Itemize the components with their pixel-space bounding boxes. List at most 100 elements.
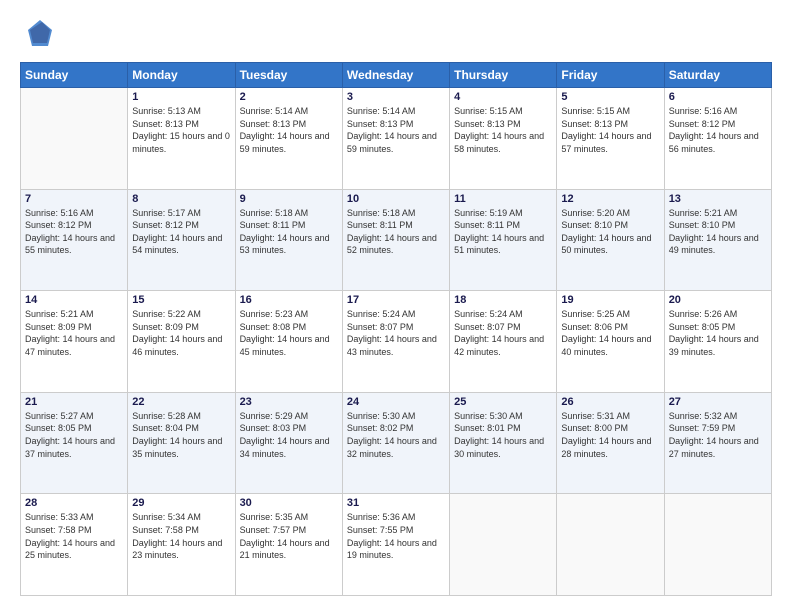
- day-info: Sunrise: 5:21 AM Sunset: 8:10 PM Dayligh…: [669, 207, 767, 257]
- day-info: Sunrise: 5:34 AM Sunset: 7:58 PM Dayligh…: [132, 511, 230, 561]
- calendar-cell: 13 Sunrise: 5:21 AM Sunset: 8:10 PM Dayli…: [664, 189, 771, 291]
- day-info: Sunrise: 5:14 AM Sunset: 8:13 PM Dayligh…: [347, 105, 445, 155]
- calendar-cell: 24Sunrise: 5:30 AM Sunset: 8:02 PM Dayli…: [342, 392, 449, 494]
- day-info: Sunrise: 5:16 AM Sunset: 8:12 PM Dayligh…: [669, 105, 767, 155]
- calendar-cell: 18Sunrise: 5:24 AM Sunset: 8:07 PM Dayli…: [450, 291, 557, 393]
- calendar-cell: 1 Sunrise: 5:13 AM Sunset: 8:13 PM Daylig…: [128, 88, 235, 190]
- calendar-cell: 10 Sunrise: 5:18 AM Sunset: 8:11 PM Dayli…: [342, 189, 449, 291]
- day-number: 10: [347, 193, 445, 205]
- day-number: 1: [132, 91, 230, 103]
- day-number: 9: [240, 193, 338, 205]
- day-info: Sunrise: 5:23 AM Sunset: 8:08 PM Dayligh…: [240, 308, 338, 358]
- day-info: Sunrise: 5:22 AM Sunset: 8:09 PM Dayligh…: [132, 308, 230, 358]
- day-number: 29: [132, 497, 230, 509]
- weekday-sunday: Sunday: [21, 63, 128, 88]
- day-info: Sunrise: 5:27 AM Sunset: 8:05 PM Dayligh…: [25, 410, 123, 460]
- day-number: 16: [240, 294, 338, 306]
- day-info: Sunrise: 5:16 AM Sunset: 8:12 PM Dayligh…: [25, 207, 123, 257]
- calendar-cell: 20Sunrise: 5:26 AM Sunset: 8:05 PM Dayli…: [664, 291, 771, 393]
- calendar-cell: 4 Sunrise: 5:15 AM Sunset: 8:13 PM Daylig…: [450, 88, 557, 190]
- calendar-cell: 5 Sunrise: 5:15 AM Sunset: 8:13 PM Daylig…: [557, 88, 664, 190]
- day-number: 20: [669, 294, 767, 306]
- day-info: Sunrise: 5:32 AM Sunset: 7:59 PM Dayligh…: [669, 410, 767, 460]
- day-number: 23: [240, 396, 338, 408]
- calendar-cell: 23 Sunrise: 5:29 AM Sunset: 8:03 PM Dayli…: [235, 392, 342, 494]
- day-number: 4: [454, 91, 552, 103]
- day-number: 15: [132, 294, 230, 306]
- calendar-cell: 15 Sunrise: 5:22 AM Sunset: 8:09 PM Dayli…: [128, 291, 235, 393]
- day-number: 26: [561, 396, 659, 408]
- calendar-cell: 7 Sunrise: 5:16 AM Sunset: 8:12 PM Daylig…: [21, 189, 128, 291]
- day-info: Sunrise: 5:15 AM Sunset: 8:13 PM Dayligh…: [561, 105, 659, 155]
- calendar-cell: [450, 494, 557, 596]
- calendar-cell: 27 Sunrise: 5:32 AM Sunset: 7:59 PM Dayli…: [664, 392, 771, 494]
- day-info: Sunrise: 5:15 AM Sunset: 8:13 PM Dayligh…: [454, 105, 552, 155]
- day-number: 6: [669, 91, 767, 103]
- day-info: Sunrise: 5:24 AM Sunset: 8:07 PM Dayligh…: [454, 308, 552, 358]
- weekday-wednesday: Wednesday: [342, 63, 449, 88]
- calendar-cell: 17 Sunrise: 5:24 AM Sunset: 8:07 PM Dayli…: [342, 291, 449, 393]
- calendar-cell: 6 Sunrise: 5:16 AM Sunset: 8:12 PM Daylig…: [664, 88, 771, 190]
- calendar-cell: 28Sunrise: 5:33 AM Sunset: 7:58 PM Dayli…: [21, 494, 128, 596]
- day-info: Sunrise: 5:25 AM Sunset: 8:06 PM Dayligh…: [561, 308, 659, 358]
- week-row-2: 7 Sunrise: 5:16 AM Sunset: 8:12 PM Daylig…: [21, 189, 772, 291]
- day-info: Sunrise: 5:17 AM Sunset: 8:12 PM Dayligh…: [132, 207, 230, 257]
- day-number: 5: [561, 91, 659, 103]
- calendar-cell: 11 Sunrise: 5:19 AM Sunset: 8:11 PM Dayli…: [450, 189, 557, 291]
- day-number: 21: [25, 396, 123, 408]
- calendar-cell: 8 Sunrise: 5:17 AM Sunset: 8:12 PM Daylig…: [128, 189, 235, 291]
- day-number: 30: [240, 497, 338, 509]
- calendar-cell: 3Sunrise: 5:14 AM Sunset: 8:13 PM Daylig…: [342, 88, 449, 190]
- day-info: Sunrise: 5:14 AM Sunset: 8:13 PM Dayligh…: [240, 105, 338, 155]
- day-info: Sunrise: 5:31 AM Sunset: 8:00 PM Dayligh…: [561, 410, 659, 460]
- week-row-5: 28Sunrise: 5:33 AM Sunset: 7:58 PM Dayli…: [21, 494, 772, 596]
- weekday-monday: Monday: [128, 63, 235, 88]
- week-row-4: 21 Sunrise: 5:27 AM Sunset: 8:05 PM Dayli…: [21, 392, 772, 494]
- day-info: Sunrise: 5:36 AM Sunset: 7:55 PM Dayligh…: [347, 511, 445, 561]
- day-number: 14: [25, 294, 123, 306]
- calendar-table: SundayMondayTuesdayWednesdayThursdayFrid…: [20, 62, 772, 596]
- day-info: Sunrise: 5:21 AM Sunset: 8:09 PM Dayligh…: [25, 308, 123, 358]
- logo-icon: [20, 16, 56, 52]
- calendar-cell: 25 Sunrise: 5:30 AM Sunset: 8:01 PM Dayli…: [450, 392, 557, 494]
- weekday-saturday: Saturday: [664, 63, 771, 88]
- day-number: 13: [669, 193, 767, 205]
- day-number: 12: [561, 193, 659, 205]
- day-number: 31: [347, 497, 445, 509]
- calendar-cell: 2 Sunrise: 5:14 AM Sunset: 8:13 PM Daylig…: [235, 88, 342, 190]
- day-info: Sunrise: 5:28 AM Sunset: 8:04 PM Dayligh…: [132, 410, 230, 460]
- calendar-cell: 16 Sunrise: 5:23 AM Sunset: 8:08 PM Dayli…: [235, 291, 342, 393]
- day-info: Sunrise: 5:24 AM Sunset: 8:07 PM Dayligh…: [347, 308, 445, 358]
- day-info: Sunrise: 5:13 AM Sunset: 8:13 PM Dayligh…: [132, 105, 230, 155]
- day-info: Sunrise: 5:30 AM Sunset: 8:01 PM Dayligh…: [454, 410, 552, 460]
- day-number: 11: [454, 193, 552, 205]
- day-info: Sunrise: 5:19 AM Sunset: 8:11 PM Dayligh…: [454, 207, 552, 257]
- day-info: Sunrise: 5:18 AM Sunset: 8:11 PM Dayligh…: [347, 207, 445, 257]
- day-info: Sunrise: 5:35 AM Sunset: 7:57 PM Dayligh…: [240, 511, 338, 561]
- day-number: 25: [454, 396, 552, 408]
- calendar-cell: 9 Sunrise: 5:18 AM Sunset: 8:11 PM Daylig…: [235, 189, 342, 291]
- calendar-cell: 19 Sunrise: 5:25 AM Sunset: 8:06 PM Dayli…: [557, 291, 664, 393]
- week-row-3: 14 Sunrise: 5:21 AM Sunset: 8:09 PM Dayli…: [21, 291, 772, 393]
- day-number: 24: [347, 396, 445, 408]
- calendar-cell: [557, 494, 664, 596]
- weekday-tuesday: Tuesday: [235, 63, 342, 88]
- day-number: 27: [669, 396, 767, 408]
- day-number: 19: [561, 294, 659, 306]
- calendar-cell: 31 Sunrise: 5:36 AM Sunset: 7:55 PM Dayli…: [342, 494, 449, 596]
- weekday-thursday: Thursday: [450, 63, 557, 88]
- weekday-friday: Friday: [557, 63, 664, 88]
- day-number: 2: [240, 91, 338, 103]
- calendar-cell: 30 Sunrise: 5:35 AM Sunset: 7:57 PM Dayli…: [235, 494, 342, 596]
- week-row-1: 1 Sunrise: 5:13 AM Sunset: 8:13 PM Daylig…: [21, 88, 772, 190]
- day-info: Sunrise: 5:33 AM Sunset: 7:58 PM Dayligh…: [25, 511, 123, 561]
- calendar-cell: 12Sunrise: 5:20 AM Sunset: 8:10 PM Dayli…: [557, 189, 664, 291]
- day-info: Sunrise: 5:29 AM Sunset: 8:03 PM Dayligh…: [240, 410, 338, 460]
- day-number: 8: [132, 193, 230, 205]
- header: [20, 16, 772, 52]
- day-number: 17: [347, 294, 445, 306]
- day-info: Sunrise: 5:18 AM Sunset: 8:11 PM Dayligh…: [240, 207, 338, 257]
- day-number: 7: [25, 193, 123, 205]
- calendar-cell: [21, 88, 128, 190]
- calendar-cell: 21 Sunrise: 5:27 AM Sunset: 8:05 PM Dayli…: [21, 392, 128, 494]
